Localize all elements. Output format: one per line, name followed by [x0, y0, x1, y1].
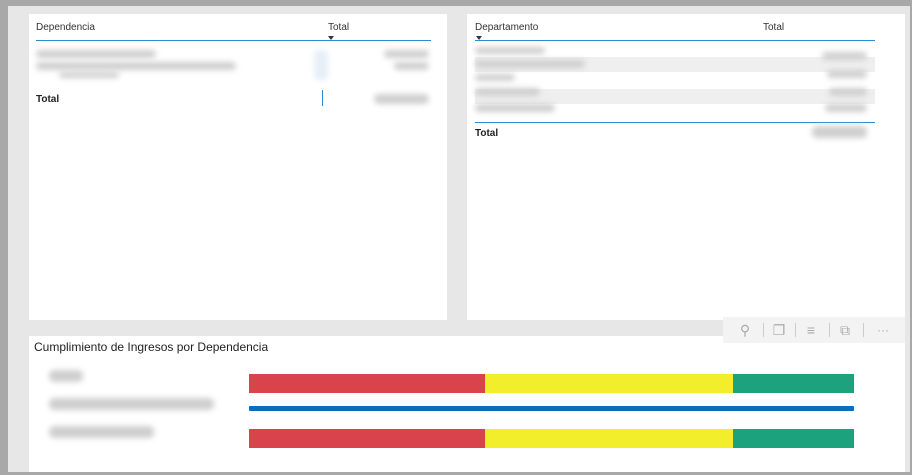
focus-mode-icon[interactable]: ⧉ — [835, 320, 855, 340]
header-divider — [36, 40, 431, 41]
more-options-icon[interactable]: ··· — [873, 320, 893, 340]
redacted-total-value — [812, 126, 867, 138]
redacted-category-label — [49, 370, 83, 382]
redacted-row-value — [394, 62, 429, 70]
bar-segment-row3-3[interactable] — [733, 429, 854, 448]
dependencia-table[interactable]: Dependencia Total Total — [29, 14, 447, 320]
report-canvas: Dependencia Total Total Departamento Tot… — [8, 6, 910, 472]
redacted-row-value — [384, 50, 429, 58]
toolbar-separator — [863, 323, 864, 337]
redacted-total-value — [374, 94, 429, 104]
total-row-label: Total — [36, 94, 60, 105]
total-divider — [475, 122, 875, 123]
bar-segment-row1-3[interactable] — [733, 374, 854, 393]
bar-segment-row3-2[interactable] — [484, 429, 733, 448]
column-header-total[interactable]: Total — [328, 22, 349, 33]
pin-icon[interactable]: ⚲ — [735, 320, 755, 340]
column-header-dependencia[interactable]: Dependencia — [36, 22, 95, 33]
redacted-row-label — [59, 72, 119, 78]
copy-icon[interactable]: ❐ — [769, 320, 789, 340]
bar-segment-row1-1[interactable] — [249, 374, 485, 393]
toolbar-separator — [763, 323, 764, 337]
redacted-row-label — [36, 50, 156, 58]
redacted-row-label — [475, 104, 555, 112]
chart-title: Cumplimiento de Ingresos por Dependencia — [34, 340, 269, 354]
bar-segment-row1-2[interactable] — [484, 374, 733, 393]
bar-segment-row2-1[interactable] — [249, 406, 854, 411]
redacted-category-label — [49, 426, 154, 438]
redacted-row-value — [822, 52, 867, 60]
redacted-row-label — [475, 74, 515, 81]
redacted-category-label — [49, 398, 214, 410]
filter-icon[interactable]: ≡ — [801, 320, 821, 340]
toolbar-separator — [795, 323, 796, 337]
redacted-row-value — [829, 88, 867, 96]
header-divider — [475, 40, 875, 41]
bar-segment-row3-1[interactable] — [249, 429, 485, 448]
redacted-row-value — [827, 70, 867, 78]
total-row-label: Total — [475, 128, 499, 139]
redacted-row-label — [475, 47, 545, 54]
selection-highlight — [314, 50, 328, 80]
column-header-total[interactable]: Total — [763, 22, 784, 33]
redacted-row-value — [825, 104, 867, 112]
redacted-row-label — [475, 60, 585, 68]
toolbar-separator — [829, 323, 830, 337]
cumplimiento-chart[interactable]: Cumplimiento de Ingresos por Dependencia — [29, 336, 905, 472]
departamento-table[interactable]: Departamento Total Total — [467, 14, 905, 320]
column-resize-handle[interactable] — [322, 90, 323, 106]
redacted-row-label — [475, 88, 540, 96]
column-header-departamento[interactable]: Departamento — [475, 22, 538, 33]
visual-header-toolbar: ⚲ ❐ ≡ ⧉ ··· — [723, 317, 905, 343]
redacted-row-label — [36, 62, 236, 70]
